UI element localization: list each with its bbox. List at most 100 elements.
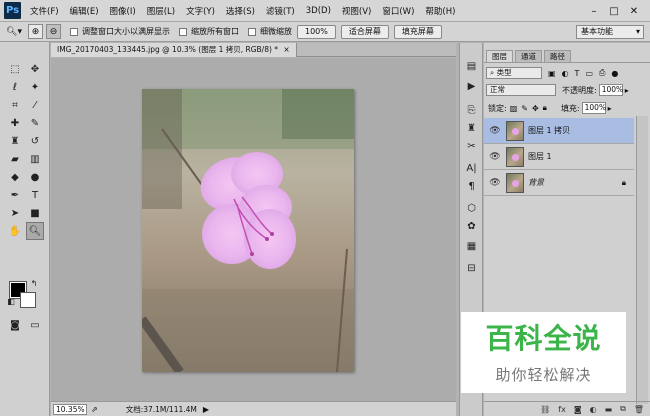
- layer-row[interactable]: 👁︎ 图层 1: [484, 144, 634, 170]
- lock-pixels-icon[interactable]: ✎: [521, 104, 528, 113]
- move-tool-icon[interactable]: ✥: [26, 60, 44, 78]
- fx-icon[interactable]: fx: [558, 405, 566, 414]
- healing-brush-icon[interactable]: ✚: [6, 114, 24, 132]
- filter-smart-icon[interactable]: ⎙: [599, 68, 605, 78]
- new-layer-icon[interactable]: ⧉: [620, 404, 626, 414]
- layers-scrollbar[interactable]: [636, 116, 648, 404]
- type-tool-icon[interactable]: T: [26, 186, 44, 204]
- blend-mode-select[interactable]: 正常: [486, 84, 556, 96]
- swap-colors-icon[interactable]: ↰: [29, 278, 39, 288]
- filter-adjust-icon[interactable]: ◐: [562, 69, 569, 78]
- crop-tool-icon[interactable]: ⌗: [6, 96, 24, 114]
- adjustment-icon[interactable]: ◐: [590, 405, 597, 414]
- tab-layers[interactable]: 图层: [486, 50, 513, 62]
- canvas-area[interactable]: [51, 58, 456, 401]
- layer-row[interactable]: 👁︎ 图层 1 拷贝: [484, 118, 634, 144]
- color-panel-icon[interactable]: ✿: [462, 219, 481, 233]
- clone-source-icon[interactable]: ♜: [462, 121, 481, 135]
- zoom-level-field[interactable]: 10.35%: [53, 403, 87, 415]
- brush-tool-icon[interactable]: ✎: [26, 114, 44, 132]
- blur-tool-icon[interactable]: ◆: [6, 168, 24, 186]
- zoom-in-icon[interactable]: ⊕: [28, 24, 43, 39]
- history-brush-icon[interactable]: ↺: [26, 132, 44, 150]
- path-selection-icon[interactable]: ➤: [6, 204, 24, 222]
- opacity-arrow-icon[interactable]: ▸: [625, 86, 629, 95]
- mask-icon[interactable]: ◙: [574, 405, 582, 414]
- character-panel-icon[interactable]: A|: [462, 161, 481, 175]
- filter-kind-select[interactable]: ⌕ 类型: [486, 67, 542, 79]
- zoom-all-checkbox[interactable]: 缩放所有窗口: [179, 26, 239, 37]
- default-colors-icon[interactable]: ◧: [6, 296, 16, 306]
- menu-help[interactable]: 帮助(H): [425, 5, 455, 17]
- menu-view[interactable]: 视图(V): [342, 5, 371, 17]
- lock-all-icon[interactable]: 🔒︎: [543, 103, 547, 113]
- background-color-swatch[interactable]: [20, 292, 36, 308]
- menu-image[interactable]: 图像(I): [110, 5, 136, 17]
- zoom-tool-preset-icon[interactable]: 🔍︎▾: [3, 24, 25, 39]
- tool-presets-icon[interactable]: ✂: [462, 139, 481, 153]
- menu-edit[interactable]: 编辑(E): [70, 5, 99, 17]
- clone-stamp-icon[interactable]: ♜: [6, 132, 24, 150]
- rectangle-tool-icon[interactable]: ■: [26, 204, 44, 222]
- link-icon[interactable]: ⛓: [540, 405, 550, 414]
- eraser-tool-icon[interactable]: ▰: [6, 150, 24, 168]
- zoom-100-button[interactable]: 100%: [297, 24, 336, 39]
- trash-icon[interactable]: 🗑︎: [634, 405, 644, 414]
- document-tab[interactable]: IMG_20170403_133445.jpg @ 10.3% (图层 1 拷贝…: [51, 43, 297, 57]
- fill-screen-button[interactable]: 填充屏幕: [393, 24, 442, 39]
- filter-type-icon[interactable]: T: [575, 69, 580, 78]
- tab-paths[interactable]: 路径: [544, 50, 571, 62]
- resize-windows-checkbox[interactable]: 调整窗口大小以满屏显示: [70, 26, 170, 37]
- fill-field[interactable]: 100%: [581, 102, 606, 114]
- lock-position-icon[interactable]: ✥: [532, 104, 539, 113]
- zoom-out-icon[interactable]: ⊖: [46, 24, 61, 39]
- filter-image-icon[interactable]: ▣: [548, 69, 556, 78]
- menu-file[interactable]: 文件(F): [30, 5, 59, 17]
- quick-mask-icon[interactable]: ◙: [6, 316, 24, 334]
- close-tab-icon[interactable]: ×: [283, 45, 289, 54]
- scrubby-zoom-checkbox[interactable]: 细微缩放: [248, 26, 292, 37]
- menu-3d[interactable]: 3D(D): [306, 6, 331, 16]
- brush-presets-icon[interactable]: ⎘: [462, 103, 481, 117]
- marquee-tool-icon[interactable]: ⬚: [6, 60, 24, 78]
- group-icon[interactable]: ▬: [605, 405, 613, 414]
- paragraph-panel-icon[interactable]: ¶: [462, 179, 481, 193]
- menu-type[interactable]: 文字(Y): [186, 5, 215, 17]
- pen-tool-icon[interactable]: ✒: [6, 186, 24, 204]
- layer-row[interactable]: 👁︎ 背景 🔒︎: [484, 170, 634, 196]
- actions-panel-icon[interactable]: ▶: [462, 79, 481, 93]
- lock-transparent-icon[interactable]: ▨: [510, 104, 518, 113]
- lasso-tool-icon[interactable]: ℓ: [6, 78, 24, 96]
- maximize-button[interactable]: □: [604, 6, 624, 17]
- hand-tool-icon[interactable]: ✋: [6, 222, 24, 240]
- photo-canvas[interactable]: [142, 89, 354, 372]
- eye-icon[interactable]: 👁︎: [484, 178, 506, 188]
- opacity-field[interactable]: 100%: [598, 84, 623, 96]
- minimize-button[interactable]: –: [584, 6, 604, 17]
- menu-layer[interactable]: 图层(L): [147, 5, 175, 17]
- eye-icon[interactable]: 👁︎: [484, 126, 506, 136]
- tab-channels[interactable]: 通道: [515, 50, 542, 62]
- close-button[interactable]: ✕: [624, 6, 644, 17]
- magic-wand-icon[interactable]: ✦: [26, 78, 44, 96]
- eye-icon[interactable]: 👁︎: [484, 152, 506, 162]
- share-icon[interactable]: ⇗: [91, 405, 98, 414]
- menu-filter[interactable]: 滤镜(T): [266, 5, 295, 17]
- info-panel-icon[interactable]: ⊟: [462, 261, 481, 275]
- workspace-select[interactable]: 基本功能 ▾: [576, 25, 644, 39]
- dodge-tool-icon[interactable]: ●: [26, 168, 44, 186]
- zoom-tool-icon[interactable]: 🔍︎: [26, 222, 44, 240]
- menu-window[interactable]: 窗口(W): [382, 5, 414, 17]
- filter-toggle-icon[interactable]: ●: [611, 69, 618, 78]
- history-panel-icon[interactable]: ▤: [462, 59, 481, 73]
- menu-select[interactable]: 选择(S): [226, 5, 255, 17]
- fit-screen-button[interactable]: 适合屏幕: [340, 24, 389, 39]
- status-menu-arrow-icon[interactable]: ▶: [203, 405, 209, 414]
- screen-mode-icon[interactable]: ▭: [26, 316, 44, 334]
- swatches-panel-icon[interactable]: ⬡: [462, 201, 481, 215]
- filter-shape-icon[interactable]: ▭: [585, 69, 593, 78]
- grid-panel-icon[interactable]: ▦: [462, 239, 481, 253]
- gradient-tool-icon[interactable]: ▥: [26, 150, 44, 168]
- fill-arrow-icon[interactable]: ▸: [608, 104, 612, 113]
- eyedropper-icon[interactable]: ⁄: [26, 96, 44, 114]
